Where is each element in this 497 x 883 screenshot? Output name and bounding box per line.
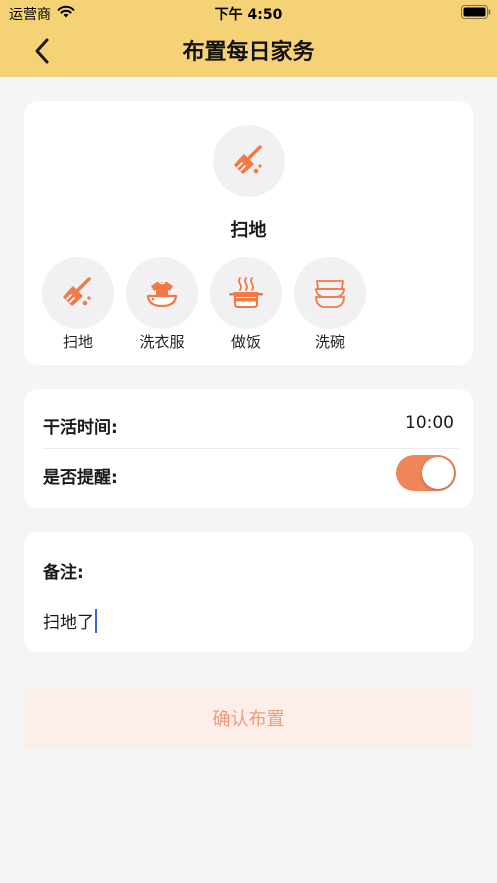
task-picker-card: 扫地 扫地 洗衣服 做饭 洗碗 xyxy=(24,101,473,365)
task-option-label: 扫地 xyxy=(62,333,93,351)
status-bar: 运营商 下午 4:50 xyxy=(0,0,497,26)
notes-input[interactable]: 扫地了 xyxy=(43,608,97,633)
broom-icon xyxy=(234,145,262,174)
task-option-circle xyxy=(210,257,282,329)
confirm-button[interactable]: 确认布置 xyxy=(24,688,473,748)
task-option-label: 洗衣服 xyxy=(139,333,185,351)
header-bar: 运营商 下午 4:50 布置每日家务 xyxy=(0,0,497,77)
reminder-toggle[interactable] xyxy=(396,455,456,491)
cooking-pot-icon xyxy=(229,277,263,308)
selected-task-icon-circle xyxy=(213,125,285,197)
work-time-label: 干活时间: xyxy=(43,418,118,438)
bowls-icon xyxy=(315,280,345,308)
battery-icon xyxy=(461,5,491,19)
selected-task-label: 扫地 xyxy=(230,220,267,241)
page-title: 布置每日家务 xyxy=(182,40,315,65)
broom-icon xyxy=(63,277,91,306)
task-option-circle xyxy=(294,257,366,329)
task-option-label: 做饭 xyxy=(230,333,261,351)
reminder-label: 是否提醒: xyxy=(43,468,118,488)
notes-value: 扫地了 xyxy=(43,613,94,633)
text-caret xyxy=(95,608,97,633)
task-option-dishes[interactable]: 洗碗 xyxy=(294,257,366,353)
task-option-circle xyxy=(42,257,114,329)
settings-card: 干活时间: 10:00 是否提醒: xyxy=(24,389,473,508)
task-option-circle xyxy=(126,257,198,329)
notes-label: 备注: xyxy=(43,563,84,583)
divider xyxy=(43,448,459,449)
task-option-sweep[interactable]: 扫地 xyxy=(42,257,114,353)
task-option-laundry[interactable]: 洗衣服 xyxy=(126,257,198,353)
task-option-cooking[interactable]: 做饭 xyxy=(210,257,282,353)
status-time: 下午 4:50 xyxy=(214,7,283,23)
notes-card: 备注: 扫地了 xyxy=(24,532,473,652)
laundry-icon xyxy=(146,281,178,308)
work-time-value[interactable]: 10:00 xyxy=(405,413,454,433)
toggle-knob xyxy=(422,457,454,489)
task-option-label: 洗碗 xyxy=(314,333,345,351)
